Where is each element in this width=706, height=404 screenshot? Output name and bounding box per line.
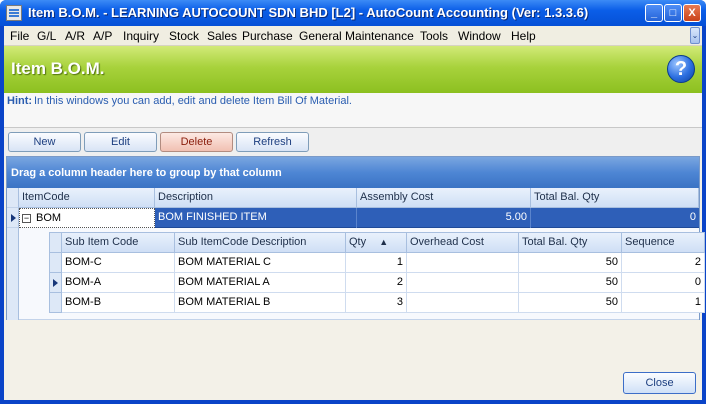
detail-cell-total-bal-qty[interactable]: 50 xyxy=(519,293,622,313)
group-by-hint: Drag a column header here to group by th… xyxy=(11,167,282,179)
menu-general-maintenance[interactable]: General Maintenance xyxy=(299,29,414,43)
hint-panel: Hint: In this windows you can add, edit … xyxy=(4,93,702,128)
toolbar: New Edit Delete Refresh xyxy=(4,128,702,156)
menu-gl[interactable]: G/L xyxy=(37,29,56,43)
minimize-button[interactable]: _ xyxy=(645,4,663,22)
detail-row-indicator xyxy=(49,253,62,273)
detail-cell-qty[interactable]: 1 xyxy=(346,253,407,273)
column-header-description[interactable]: Description xyxy=(155,188,357,208)
collapse-icon[interactable]: − xyxy=(22,214,31,223)
refresh-button[interactable]: Refresh xyxy=(236,132,309,152)
cell-description[interactable]: BOM FINISHED ITEM xyxy=(155,208,357,228)
detail-cell-description[interactable]: BOM MATERIAL B xyxy=(175,293,346,313)
cell-total-bal-qty[interactable]: 0 xyxy=(531,208,699,228)
window-title: Item B.O.M. - LEARNING AUTOCOUNT SDN BHD… xyxy=(28,5,589,20)
group-by-panel[interactable]: Drag a column header here to group by th… xyxy=(7,157,699,188)
edit-button[interactable]: Edit xyxy=(84,132,157,152)
detail-cell-description[interactable]: BOM MATERIAL C xyxy=(175,253,346,273)
current-row-arrow-icon xyxy=(53,279,58,287)
menu-ap[interactable]: A/P xyxy=(93,29,112,43)
itemcode-value: BOM xyxy=(36,212,62,224)
menu-file[interactable]: File xyxy=(10,29,29,43)
close-window-button[interactable]: X xyxy=(683,4,701,22)
page-header: Item B.O.M. ? xyxy=(4,46,702,93)
delete-button[interactable]: Delete xyxy=(160,132,233,152)
column-header-sub-item-code[interactable]: Sub Item Code xyxy=(62,232,175,253)
qty-header-label: Qty xyxy=(349,236,367,248)
column-header-qty[interactable]: Qty ▲ xyxy=(346,232,407,253)
menu-window[interactable]: Window xyxy=(458,29,501,43)
menu-inquiry[interactable]: Inquiry xyxy=(123,29,159,43)
column-header-sub-itemcode-description[interactable]: Sub ItemCode Description xyxy=(175,232,346,253)
detail-cell-qty[interactable]: 3 xyxy=(346,293,407,313)
maximize-button[interactable]: □ xyxy=(664,4,682,22)
detail-cell-qty[interactable]: 2 xyxy=(346,273,407,293)
detail-indicator xyxy=(7,228,19,321)
detail-cell-sequence[interactable]: 2 xyxy=(622,253,705,273)
column-header-sequence[interactable]: Sequence xyxy=(622,232,705,253)
column-header-total-bal-qty[interactable]: Total Bal. Qty xyxy=(531,188,699,208)
close-button[interactable]: Close xyxy=(623,372,696,394)
bom-grid[interactable]: Drag a column header here to group by th… xyxy=(6,156,705,321)
master-row-indicator xyxy=(7,208,19,228)
detail-cell-sub-item-code[interactable]: BOM-B xyxy=(62,293,175,313)
hint-text: In this windows you can add, edit and de… xyxy=(34,95,352,107)
app-icon xyxy=(6,5,22,21)
sort-ascending-icon: ▲ xyxy=(379,237,389,247)
detail-row-indicator xyxy=(49,293,62,313)
current-row-arrow-icon xyxy=(11,214,16,222)
app-window: Item B.O.M. - LEARNING AUTOCOUNT SDN BHD… xyxy=(0,0,706,404)
menu-bar: File G/L A/R A/P Inquiry Stock Sales Pur… xyxy=(4,26,702,46)
detail-cell-total-bal-qty[interactable]: 50 xyxy=(519,273,622,293)
menu-ar[interactable]: A/R xyxy=(65,29,85,43)
page-title: Item B.O.M. xyxy=(11,59,105,78)
table-row[interactable]: − BOM BOM FINISHED ITEM 5.00 0 xyxy=(19,208,699,228)
detail-cell-description[interactable]: BOM MATERIAL A xyxy=(175,273,346,293)
detail-cell-sub-item-code[interactable]: BOM-C xyxy=(62,253,175,273)
detail-cell-sequence[interactable]: 0 xyxy=(622,273,705,293)
column-header-itemcode[interactable]: ItemCode xyxy=(19,188,155,208)
title-bar[interactable]: Item B.O.M. - LEARNING AUTOCOUNT SDN BHD… xyxy=(0,0,706,26)
column-header-overhead-cost[interactable]: Overhead Cost xyxy=(407,232,519,253)
client-area: File G/L A/R A/P Inquiry Stock Sales Pur… xyxy=(4,26,705,400)
detail-grid[interactable]: Sub Item Code Sub ItemCode Description Q… xyxy=(19,228,705,320)
header-indicator xyxy=(7,188,19,208)
menu-stock[interactable]: Stock xyxy=(169,29,199,43)
footer-panel: Close xyxy=(4,320,702,400)
detail-cell-sub-item-code[interactable]: BOM-A xyxy=(62,273,175,293)
cell-itemcode[interactable]: − BOM xyxy=(19,208,155,228)
detail-header-indicator xyxy=(49,232,62,253)
menu-sales[interactable]: Sales xyxy=(207,29,237,43)
cell-assembly-cost[interactable]: 5.00 xyxy=(357,208,531,228)
hint-label: Hint: xyxy=(7,95,33,107)
menu-tools[interactable]: Tools xyxy=(420,29,448,43)
detail-cell-overhead-cost[interactable] xyxy=(407,273,519,293)
column-header-assembly-cost[interactable]: Assembly Cost xyxy=(357,188,531,208)
help-icon[interactable]: ? xyxy=(667,55,695,83)
detail-cell-total-bal-qty[interactable]: 50 xyxy=(519,253,622,273)
detail-cell-overhead-cost[interactable] xyxy=(407,253,519,273)
detail-row-indicator xyxy=(49,273,62,293)
menu-help[interactable]: Help xyxy=(511,29,536,43)
menu-purchase[interactable]: Purchase xyxy=(242,29,293,43)
menu-scroll-icon[interactable]: ⌄ xyxy=(690,27,700,44)
detail-cell-sequence[interactable]: 1 xyxy=(622,293,705,313)
new-button[interactable]: New xyxy=(8,132,81,152)
detail-cell-overhead-cost[interactable] xyxy=(407,293,519,313)
column-header-detail-total-bal-qty[interactable]: Total Bal. Qty xyxy=(519,232,622,253)
